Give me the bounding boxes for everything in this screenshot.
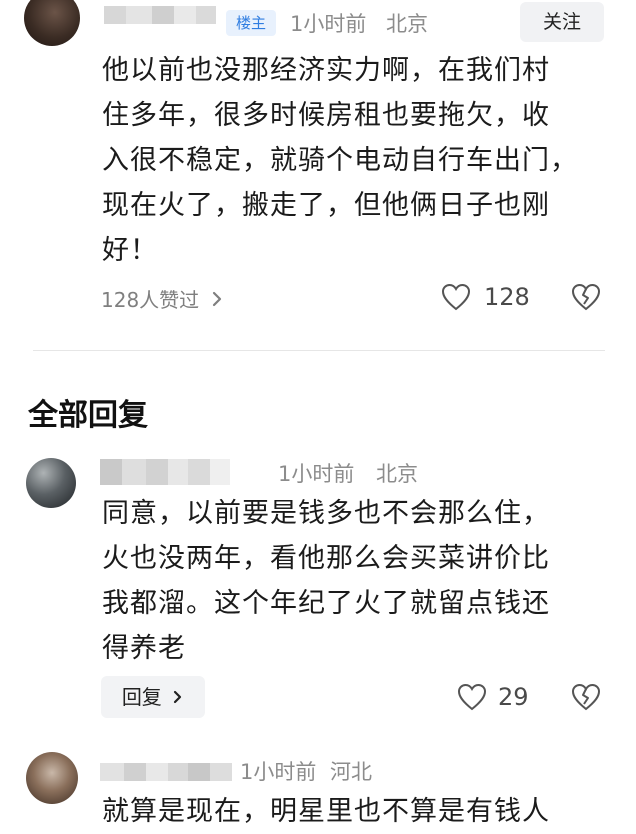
reply-line: 同意，以前要是钱多也不会那么住， bbox=[102, 498, 550, 529]
username-blurred[interactable] bbox=[100, 763, 232, 781]
like-count: 29 bbox=[498, 683, 529, 711]
reply-line: 就算是现在，明星里也不算是有钱人 bbox=[102, 796, 550, 827]
reply-line: 我都溜。这个年纪了火了就留点钱还 bbox=[102, 588, 550, 619]
likers-link[interactable]: 128人赞过 bbox=[101, 284, 225, 313]
section-title: 全部回复 bbox=[28, 398, 148, 433]
avatar[interactable] bbox=[26, 458, 76, 508]
comment-time: 1小时前 bbox=[290, 12, 367, 36]
comment-line: 他以前也没那经济实力啊，在我们村 bbox=[102, 55, 550, 86]
username-blurred[interactable] bbox=[104, 6, 216, 24]
comment-time: 1小时前 bbox=[278, 462, 355, 486]
comment-line: 好！ bbox=[102, 235, 158, 266]
comment-location: 河北 bbox=[330, 760, 372, 784]
like-button[interactable]: 29 bbox=[456, 682, 529, 712]
reply-button[interactable]: 回复 bbox=[101, 676, 205, 718]
comment-location: 北京 bbox=[376, 462, 418, 486]
dislike-button[interactable] bbox=[570, 682, 602, 716]
follow-button[interactable]: 关注 bbox=[520, 2, 604, 42]
avatar[interactable] bbox=[24, 0, 80, 46]
heart-outline-icon bbox=[441, 283, 471, 311]
comment-line: 住多年，很多时候房租也要拖欠，收 bbox=[102, 100, 550, 131]
reply-body: 同意，以前要是钱多也不会那么住， 火也没两年，看他那么会买菜讲价比 我都溜。这个… bbox=[102, 491, 550, 671]
reply-line: 得养老 bbox=[102, 633, 186, 664]
comment-line: 入很不稳定，就骑个电动自行车出门， bbox=[102, 145, 578, 176]
comment-body: 他以前也没那经济实力啊，在我们村 住多年，很多时候房租也要拖欠，收 入很不稳定，… bbox=[102, 48, 578, 273]
dislike-button[interactable] bbox=[570, 282, 602, 316]
chevron-right-icon bbox=[174, 690, 182, 704]
divider bbox=[33, 350, 605, 351]
comment-line: 现在火了，搬走了，但他俩日子也刚 bbox=[102, 190, 550, 221]
avatar[interactable] bbox=[26, 752, 78, 804]
heart-outline-icon bbox=[457, 683, 487, 711]
chevron-right-icon bbox=[213, 291, 222, 306]
broken-heart-icon bbox=[571, 683, 601, 711]
broken-heart-icon bbox=[571, 283, 601, 311]
username-blurred[interactable] bbox=[100, 459, 230, 485]
comment-time: 1小时前 bbox=[240, 760, 317, 784]
like-button[interactable]: 128 bbox=[440, 282, 530, 312]
likers-count-text: 128人赞过 bbox=[101, 288, 200, 312]
op-author-tag: 楼主 bbox=[226, 10, 276, 36]
like-count: 128 bbox=[484, 283, 530, 311]
reply-button-label: 回复 bbox=[121, 685, 162, 709]
reply-line: 火也没两年，看他那么会买菜讲价比 bbox=[102, 543, 550, 574]
comment-location: 北京 bbox=[386, 12, 428, 36]
